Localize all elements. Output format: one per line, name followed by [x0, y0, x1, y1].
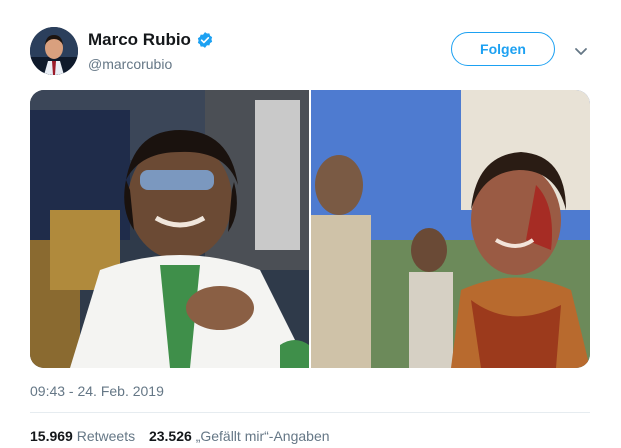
retweets-label: Retweets [76, 428, 136, 444]
author-handle[interactable]: @marcorubio [88, 56, 172, 72]
likes-stat[interactable]: 23.526 „Gefällt mir“-Angaben [149, 428, 330, 444]
display-name[interactable]: Marco Rubio [88, 30, 191, 50]
author-name-row: Marco Rubio [88, 30, 214, 50]
verified-badge-icon [196, 31, 214, 49]
photo-right-image [311, 90, 590, 368]
media-photo-right[interactable] [311, 90, 590, 368]
media-photo-left[interactable] [30, 90, 309, 368]
tweet-media[interactable] [30, 90, 590, 368]
chevron-down-icon[interactable] [574, 44, 588, 55]
photo-left-image [30, 90, 309, 368]
retweets-stat[interactable]: 15.969 Retweets [30, 428, 139, 444]
stats-divider [30, 412, 590, 413]
tweet-timestamp[interactable]: 09:43 - 24. Feb. 2019 [30, 383, 164, 399]
tweet-stats: 15.969 Retweets 23.526 „Gefällt mir“-Ang… [30, 428, 340, 444]
likes-count: 23.526 [148, 428, 192, 444]
avatar[interactable] [30, 27, 78, 75]
avatar-image [30, 27, 78, 75]
retweets-count: 15.969 [30, 428, 73, 444]
follow-button[interactable]: Folgen [451, 32, 555, 66]
likes-label: „Gefällt mir“-Angaben [195, 428, 330, 444]
